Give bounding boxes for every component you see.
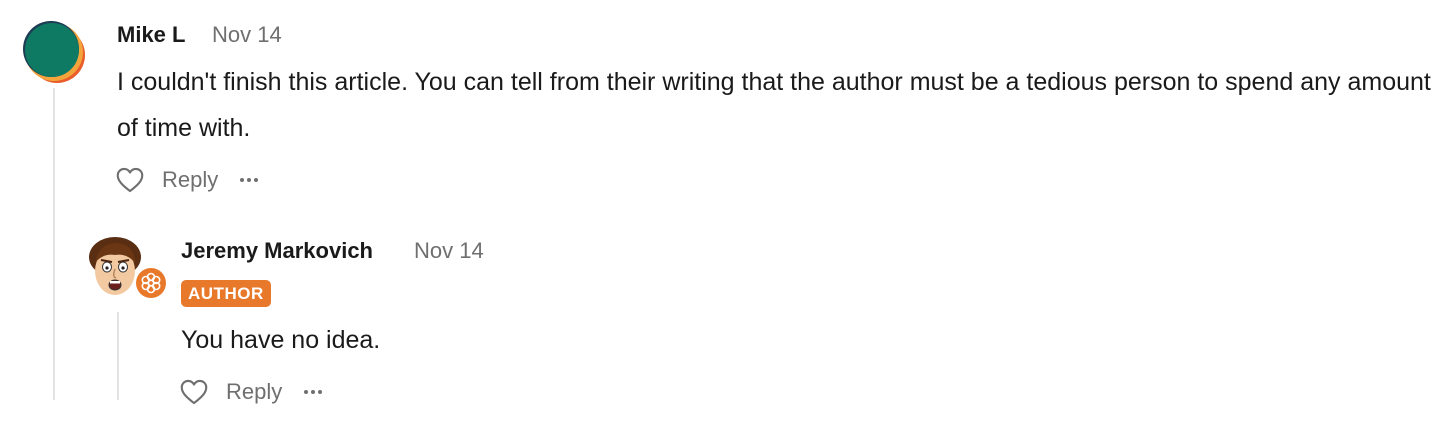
more-options-button[interactable] <box>240 170 259 190</box>
like-button[interactable] <box>180 378 208 406</box>
heart-outline-icon <box>116 167 144 193</box>
reply-body: You have no idea. <box>181 326 381 354</box>
heart-outline-icon <box>180 379 208 405</box>
ellipsis-icon <box>304 390 309 394</box>
avatar[interactable] <box>21 19 87 85</box>
flower-badge-icon <box>134 266 168 300</box>
thread-line <box>53 88 55 400</box>
reply-actions: Reply <box>180 378 323 406</box>
reply-author-name[interactable]: Jeremy Markovich <box>181 238 373 264</box>
comment-actions: Reply <box>116 166 259 194</box>
comment-body: I couldn't finish this article. You can … <box>117 68 1431 142</box>
comment-date[interactable]: Nov 14 <box>212 22 282 48</box>
ellipsis-icon <box>240 178 245 182</box>
reply-date[interactable]: Nov 14 <box>414 238 484 264</box>
comment-author-name[interactable]: Mike L <box>117 22 185 48</box>
multicolor-circle-avatar-icon <box>23 21 85 83</box>
reply-button[interactable]: Reply <box>162 167 218 193</box>
more-options-button[interactable] <box>304 382 323 402</box>
like-button[interactable] <box>116 166 144 194</box>
reply-thread-line <box>117 312 119 400</box>
author-badge: AUTHOR <box>181 280 271 307</box>
cartoon-face-avatar-icon <box>89 237 168 300</box>
reply-avatar[interactable] <box>85 235 173 303</box>
reply-button[interactable]: Reply <box>226 379 282 405</box>
